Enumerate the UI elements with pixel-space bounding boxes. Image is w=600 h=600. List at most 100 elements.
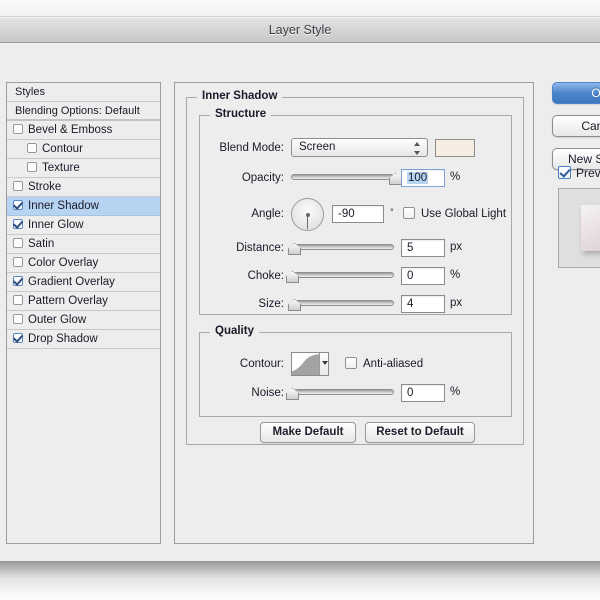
checkbox-checked-icon[interactable] <box>13 276 23 286</box>
cancel-button[interactable]: Cancel <box>552 115 600 137</box>
distance-input[interactable]: 5 <box>401 239 445 257</box>
checkbox-icon[interactable] <box>27 143 37 153</box>
distance-slider[interactable] <box>288 238 394 256</box>
styles-list-empty-area <box>7 349 160 469</box>
opacity-value: 100 <box>407 172 429 184</box>
angle-label: Angle: <box>251 208 284 220</box>
make-default-button[interactable]: Make Default <box>260 422 356 443</box>
blend-color-swatch[interactable] <box>435 139 475 157</box>
choke-input[interactable]: 0 <box>401 267 445 285</box>
structure-group-label: Structure <box>210 108 272 120</box>
dialog-titlebar[interactable]: Layer Style <box>0 17 600 43</box>
opacity-row: Opacity: 100 % <box>200 168 511 188</box>
opacity-unit: % <box>450 171 461 183</box>
noise-label: Noise: <box>251 387 284 399</box>
angle-input[interactable]: -90 <box>332 205 384 223</box>
size-label: Size: <box>258 298 284 310</box>
ok-button[interactable]: OK <box>552 82 600 104</box>
opacity-label: Opacity: <box>241 172 284 184</box>
effect-row[interactable]: Color Overlay <box>7 254 160 273</box>
opacity-slider[interactable] <box>291 168 402 186</box>
effect-label: Contour <box>42 143 83 155</box>
contour-preset-picker[interactable] <box>291 352 329 376</box>
styles-list-header: Styles <box>7 83 160 102</box>
effect-row[interactable]: Inner Glow <box>7 216 160 235</box>
effect-row[interactable]: Contour <box>7 140 160 159</box>
layer-style-dialog: Layer Style Styles Blending Options: Def… <box>0 17 600 562</box>
effect-label: Outer Glow <box>28 314 87 326</box>
blend-mode-row: Blend Mode: Screen <box>200 138 511 158</box>
effect-label: Inner Glow <box>28 219 84 231</box>
angle-row: Angle: -90 ° Use Global Light <box>200 198 511 231</box>
effect-label: Pattern Overlay <box>28 295 108 307</box>
opacity-input[interactable]: 100 <box>401 169 445 187</box>
size-value: 4 <box>407 298 414 310</box>
choke-label: Choke: <box>247 270 284 282</box>
effect-row[interactable]: Pattern Overlay <box>7 292 160 311</box>
contour-row: Contour: Anti-aliased <box>200 351 511 377</box>
checkbox-icon[interactable] <box>13 295 23 305</box>
checkbox-checked-icon[interactable] <box>13 333 23 343</box>
size-row: Size: 4 px <box>200 294 511 314</box>
effect-row[interactable]: Texture <box>7 159 160 178</box>
contour-curve-icon <box>292 353 321 375</box>
noise-input[interactable]: 0 <box>401 384 445 402</box>
blend-mode-value: Screen <box>299 141 336 153</box>
effect-row[interactable]: Inner Shadow <box>7 197 160 216</box>
checkbox-checked-icon[interactable] <box>13 219 23 229</box>
noise-row: Noise: 0 % <box>200 383 511 403</box>
choke-slider-track <box>291 272 394 278</box>
effect-row[interactable]: Gradient Overlay <box>7 273 160 292</box>
effect-row[interactable]: Stroke <box>7 178 160 197</box>
noise-unit: % <box>450 386 461 398</box>
effect-label: Stroke <box>28 181 62 193</box>
angle-dial[interactable] <box>291 198 324 231</box>
effect-row[interactable]: Outer Glow <box>7 311 160 330</box>
anti-aliased-checkbox[interactable]: Anti-aliased <box>345 355 423 373</box>
size-slider[interactable] <box>288 294 394 312</box>
effect-row[interactable]: Bevel & Emboss <box>7 121 160 140</box>
settings-panel: Inner Shadow Structure Blend Mode: Scree… <box>174 82 534 544</box>
choke-unit: % <box>450 269 461 281</box>
noise-slider[interactable] <box>286 383 394 401</box>
checkbox-icon[interactable] <box>27 162 37 172</box>
checkbox-checked-icon <box>558 166 571 179</box>
anti-aliased-label: Anti-aliased <box>363 358 424 370</box>
choke-slider[interactable] <box>286 266 394 284</box>
quality-group: Quality Contour: Anti-aliased Noise: 0 % <box>199 325 512 417</box>
styles-list-panel[interactable]: Styles Blending Options: Default Bevel &… <box>6 82 161 544</box>
checkbox-icon[interactable] <box>13 257 23 267</box>
preview-thumbnail <box>558 188 600 268</box>
effect-row[interactable]: Satin <box>7 235 160 254</box>
checkbox-icon[interactable] <box>13 181 23 191</box>
contour-dropdown-arrow-icon[interactable] <box>319 353 328 375</box>
checkbox-checked-icon[interactable] <box>13 200 23 210</box>
choke-value: 0 <box>407 270 414 282</box>
angle-value: -90 <box>338 208 355 220</box>
preview-thumbnail-art <box>581 205 600 251</box>
effect-label: Color Overlay <box>28 257 99 269</box>
size-input[interactable]: 4 <box>401 295 445 313</box>
blend-mode-select[interactable]: Screen <box>291 138 428 157</box>
effect-label: Bevel & Emboss <box>28 124 113 136</box>
use-global-light-checkbox[interactable]: Use Global Light <box>403 205 506 223</box>
checkbox-icon[interactable] <box>13 314 23 324</box>
styles-header-label: Styles <box>15 86 45 98</box>
preview-checkbox[interactable]: Preview <box>558 166 600 181</box>
structure-group: Structure Blend Mode: Screen Opacity: 10… <box>199 108 512 315</box>
effects-list[interactable]: Bevel & Emboss Contour Texture Stroke Inner … <box>7 121 160 349</box>
effect-row[interactable]: Drop Shadow <box>7 330 160 349</box>
window-drop-shadow <box>0 561 600 600</box>
quality-group-label: Quality <box>210 325 259 337</box>
distance-unit: px <box>450 241 463 253</box>
dialog-title: Layer Style <box>268 23 332 37</box>
distance-value: 5 <box>407 242 414 254</box>
use-global-light-label: Use Global Light <box>421 208 507 220</box>
checkbox-icon[interactable] <box>13 238 23 248</box>
blending-options-row[interactable]: Blending Options: Default <box>7 102 160 121</box>
noise-value: 0 <box>407 387 414 399</box>
distance-slider-track <box>291 244 394 250</box>
opacity-slider-track <box>291 174 394 180</box>
checkbox-icon[interactable] <box>13 124 23 134</box>
reset-to-default-button[interactable]: Reset to Default <box>365 422 475 443</box>
